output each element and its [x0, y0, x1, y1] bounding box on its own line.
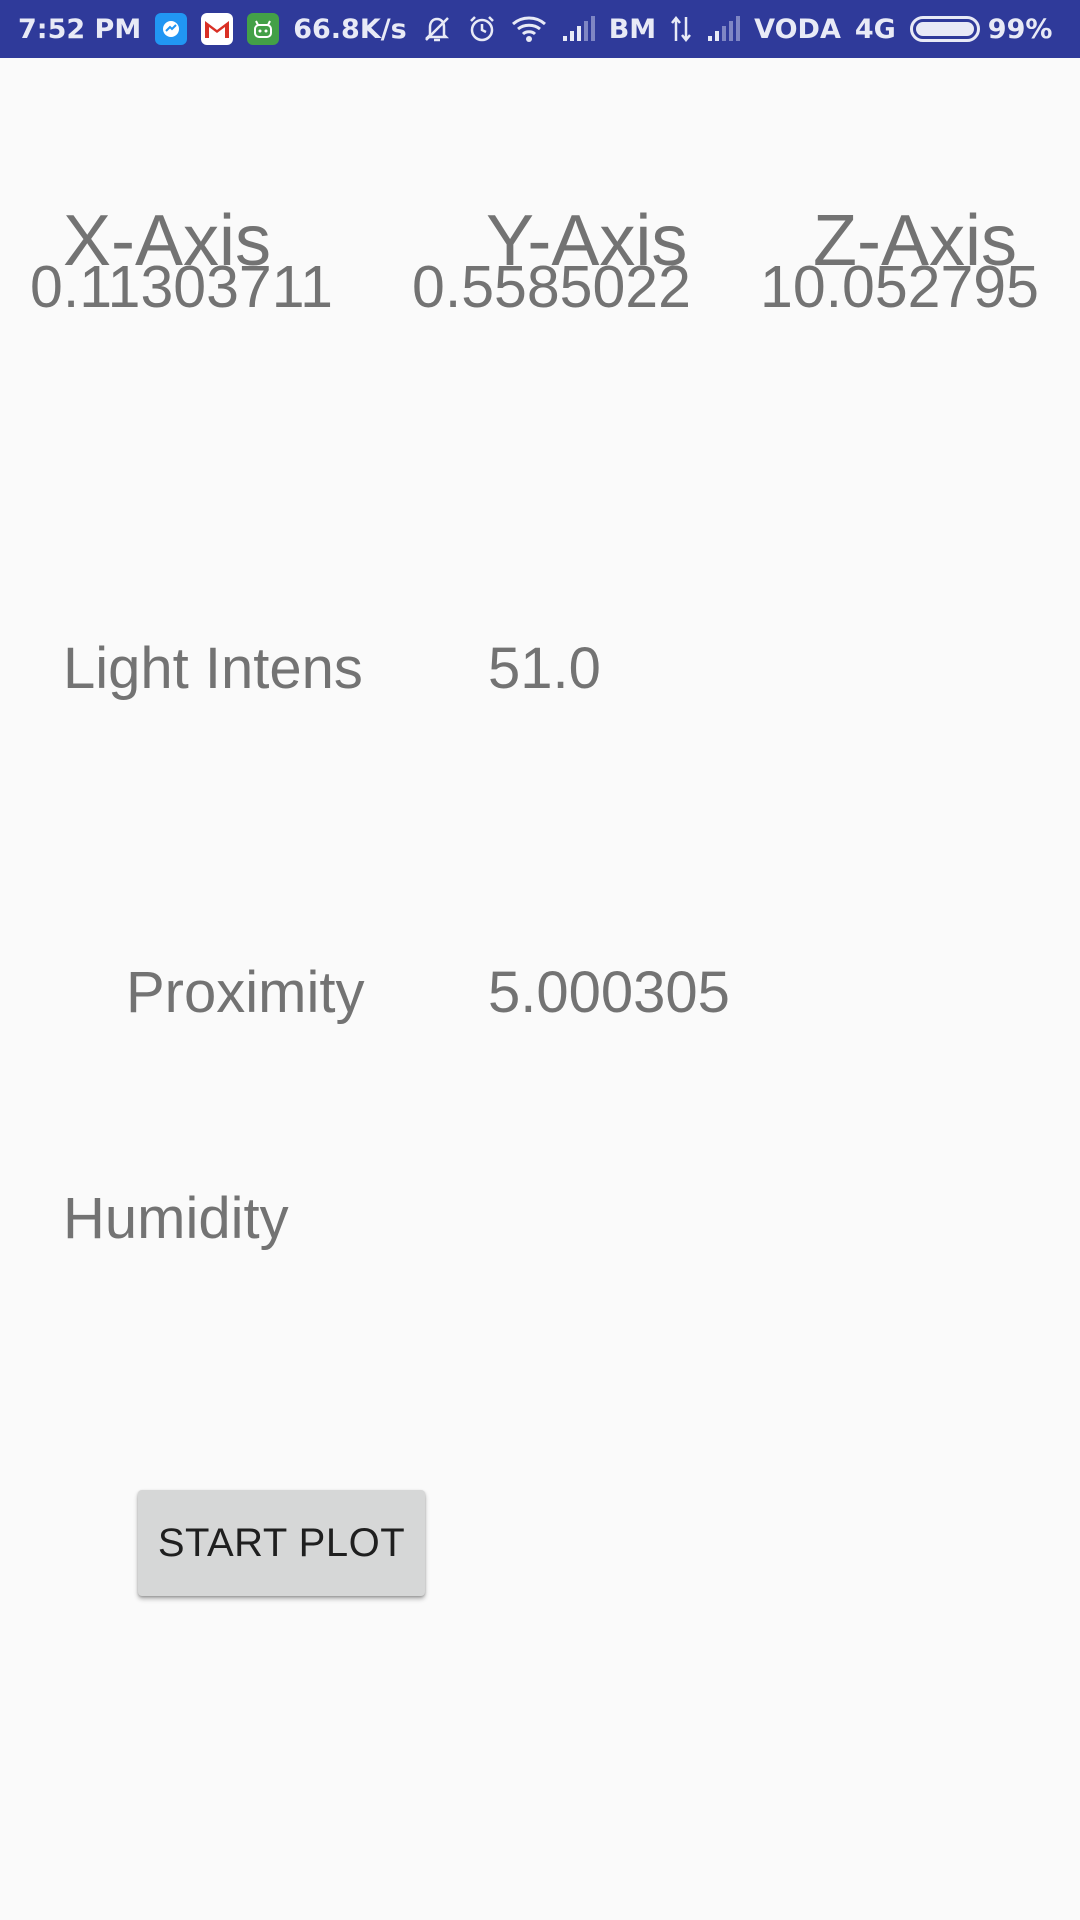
net-speed: 66.8K/s: [293, 13, 407, 45]
light-intensity-label: Light Intens: [63, 636, 363, 701]
status-bar: 7:52 PM 66.8K/s BM VODA 4G 99%: [0, 0, 1080, 58]
x-axis-value: 0.11303711: [30, 254, 333, 320]
light-intensity-value: 51.0: [488, 636, 601, 701]
battery-percent: 99%: [987, 13, 1053, 45]
network-type: 4G: [854, 13, 896, 45]
data-arrows-icon: [670, 15, 692, 43]
status-time: 7:52 PM: [18, 13, 142, 45]
humidity-label: Humidity: [63, 1186, 289, 1251]
signal-icon-2: [706, 16, 741, 42]
proximity-value: 5.000305: [488, 960, 730, 1025]
carrier-1: BM: [608, 13, 657, 45]
alarm-icon: [467, 14, 497, 44]
messenger-icon: [155, 13, 188, 45]
android-app-icon: [247, 13, 280, 45]
mute-icon: [421, 13, 453, 45]
battery-icon: [909, 16, 980, 42]
start-plot-button[interactable]: START PLOT: [138, 1490, 425, 1596]
proximity-label: Proximity: [126, 960, 365, 1025]
y-axis-value: 0.5585022: [412, 254, 691, 320]
gmail-icon: [201, 13, 234, 45]
carrier-2: VODA: [754, 13, 841, 45]
z-axis-value: 10.052795: [760, 254, 1039, 320]
wifi-icon: [511, 15, 547, 43]
signal-icon: [561, 16, 595, 42]
